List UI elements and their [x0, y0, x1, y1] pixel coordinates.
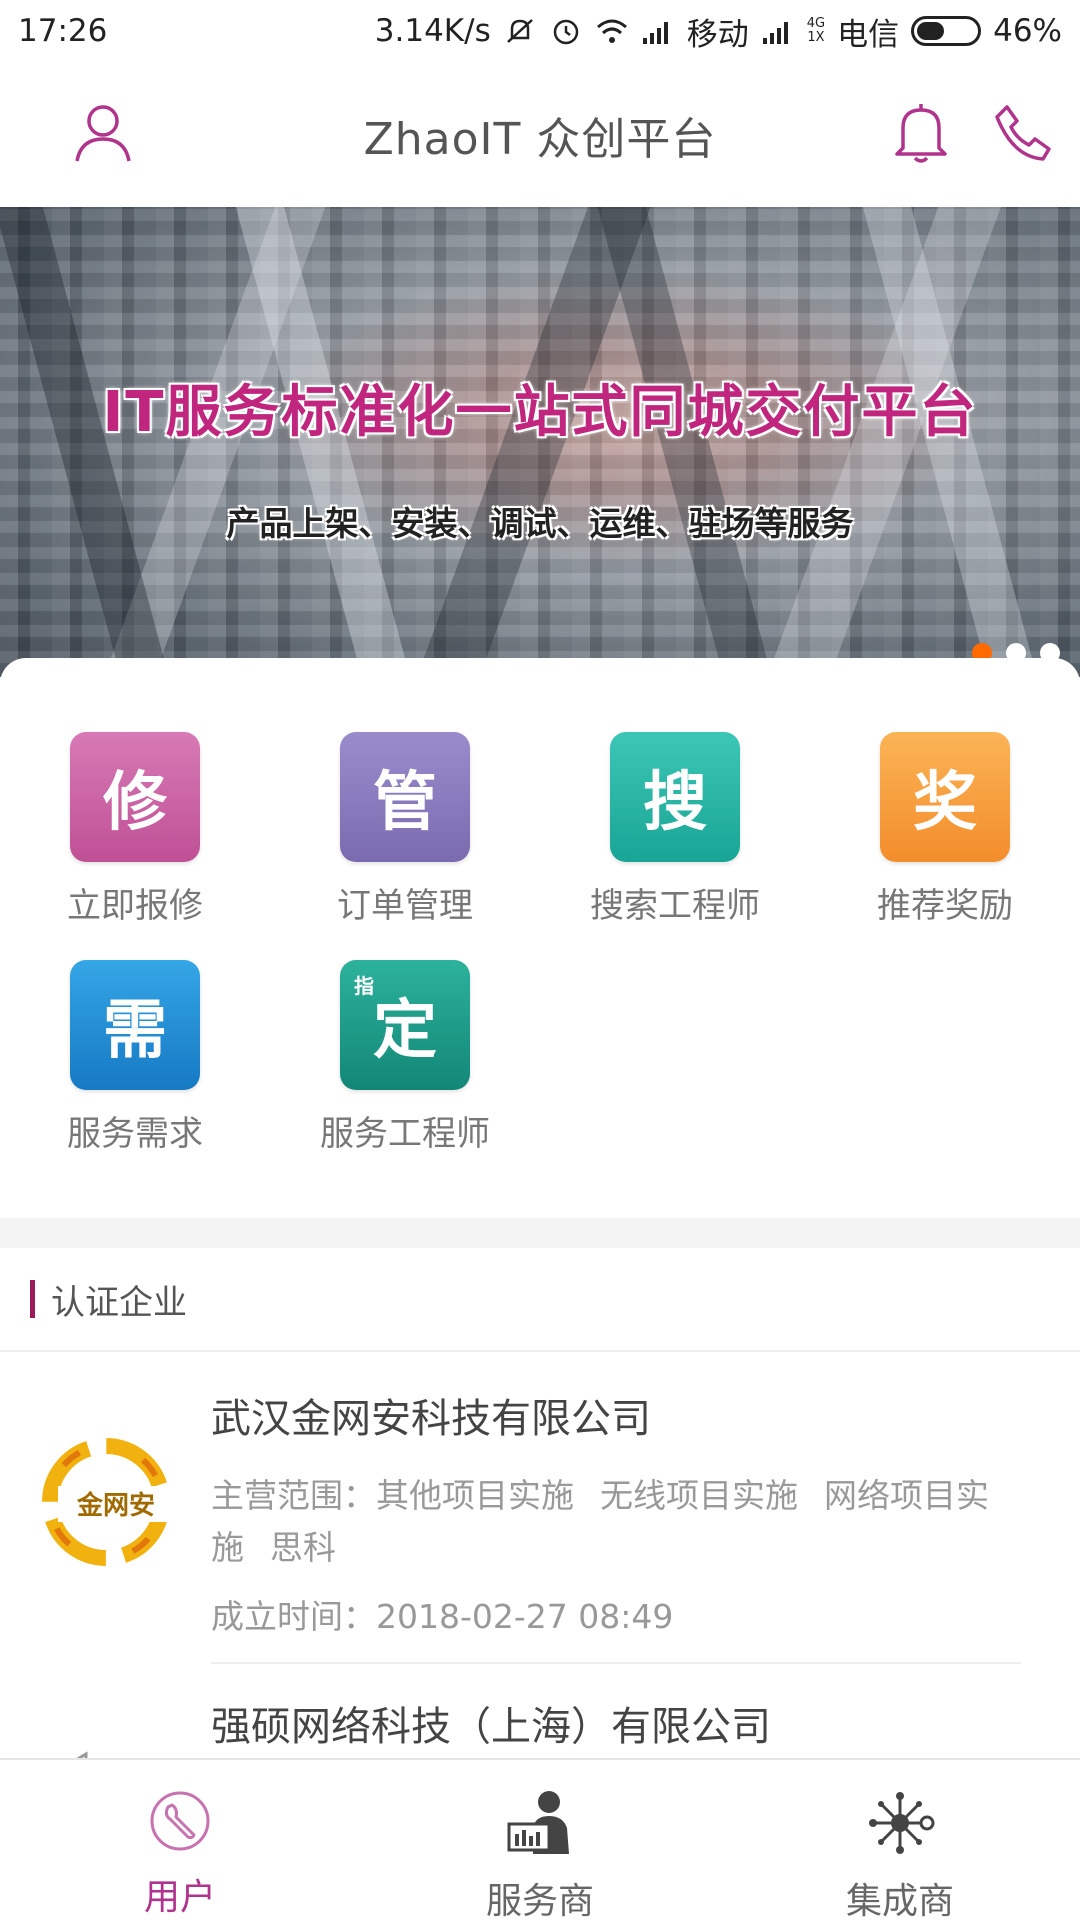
carrier-telecom: 电信	[837, 16, 900, 53]
nav-label: 服务商	[485, 1881, 594, 1920]
menu-item-label: 搜索工程师	[590, 886, 760, 926]
menu-item-referral-reward[interactable]: 奖 推荐奖励	[830, 732, 1060, 932]
company-name: 强硕网络科技（上海）有限公司	[211, 1704, 771, 1750]
reward-icon: 奖	[880, 732, 1010, 862]
certified-section-header: 认证企业	[0, 1248, 1080, 1352]
network-type: 4G 1X	[806, 16, 826, 45]
section-title: 认证企业	[51, 1282, 187, 1323]
search-icon: 搜	[610, 732, 740, 862]
nav-tab-user[interactable]: 用户	[0, 1760, 360, 1920]
network-speed: 3.14K/s	[374, 13, 491, 49]
banner-headline: IT服务标准化一站式同城交付平台	[102, 380, 978, 445]
phone-icon	[995, 105, 1051, 161]
menu-item-service-demand[interactable]: 需 服务需求	[20, 960, 250, 1160]
svg-text:金网安: 金网安	[76, 1490, 155, 1521]
demand-icon: 需	[70, 960, 200, 1090]
status-time: 17:26	[18, 13, 108, 49]
menu-item-service-engineer[interactable]: 指 定 服务工程师	[290, 960, 520, 1160]
wrench-icon	[150, 1791, 210, 1851]
manage-icon: 管	[340, 732, 470, 862]
nav-label: 集成商	[845, 1881, 954, 1920]
bottom-navigation: 用户 服务商 集成商	[0, 1758, 1080, 1920]
nav-label: 用户	[143, 1877, 216, 1918]
promo-banner[interactable]: IT服务标准化一站式同城交付平台 产品上架、安装、调试、运维、驻场等服务	[0, 207, 1080, 677]
menu-item-label: 立即报修	[67, 886, 203, 926]
battery-icon	[911, 16, 982, 46]
carrier-mobile: 移动	[686, 16, 749, 53]
company-scope: 主营范围：其他项目实施 无线项目实施 网络项目实施 思科	[211, 1476, 989, 1567]
notifications-button[interactable]	[886, 98, 956, 168]
banner-subline: 产品上架、安装、调试、运维、驻场等服务	[226, 504, 854, 543]
section-divider	[0, 1218, 1080, 1248]
nav-tab-integrator[interactable]: 集成商	[720, 1760, 1080, 1920]
signal-icon	[642, 22, 668, 44]
bell-icon	[895, 104, 947, 163]
company-card[interactable]: 强硕网络科技（上海）有限公司	[0, 1664, 1080, 1758]
alarm-icon	[553, 19, 578, 45]
user-icon	[75, 105, 131, 162]
company-founded: 成立时间：2018-02-27 08:49	[211, 1597, 674, 1636]
menu-item-label: 服务需求	[67, 1114, 203, 1154]
status-bar: 17:26 3.14K/s 移动 4G 1X 电信 46%	[0, 0, 1080, 62]
page-title: ZhaoIT 众创平台	[363, 113, 717, 165]
company-card[interactable]: 金网安 武汉金网安科技有限公司 主营范围：其他项目实施 无线项目实施 网络项目实施思…	[0, 1352, 1080, 1664]
nav-tab-service-provider[interactable]: 服务商	[360, 1760, 720, 1920]
signal-icon	[762, 22, 788, 44]
battery-percent: 46%	[993, 13, 1062, 49]
service-provider-icon	[507, 1791, 569, 1854]
menu-item-search-engineer[interactable]: 搜 搜索工程师	[560, 732, 790, 932]
menu-item-label: 推荐奖励	[877, 886, 1013, 926]
menu-item-label: 服务工程师	[320, 1114, 490, 1154]
call-button[interactable]	[988, 98, 1058, 168]
app-header: ZhaoIT 众创平台	[0, 62, 1080, 207]
network-hub-icon	[869, 1792, 935, 1854]
menu-item-repair[interactable]: 修 立即报修	[20, 732, 250, 932]
company-logo	[76, 1751, 88, 1758]
function-menu: 修 立即报修 管 订单管理 搜 搜索工程师 奖 推荐奖励 需 服务需求 指 定 …	[0, 658, 1080, 1218]
section-accent-bar	[30, 1280, 35, 1318]
mute-icon	[506, 19, 533, 43]
company-logo: 金网安	[42, 1438, 176, 1566]
assign-icon: 指 定	[340, 960, 470, 1090]
menu-item-label: 订单管理	[337, 886, 473, 926]
repair-icon: 修	[70, 732, 200, 862]
company-name: 武汉金网安科技有限公司	[211, 1396, 651, 1442]
menu-item-orders[interactable]: 管 订单管理	[290, 732, 520, 932]
profile-button[interactable]	[68, 98, 138, 168]
wifi-icon	[596, 19, 627, 43]
